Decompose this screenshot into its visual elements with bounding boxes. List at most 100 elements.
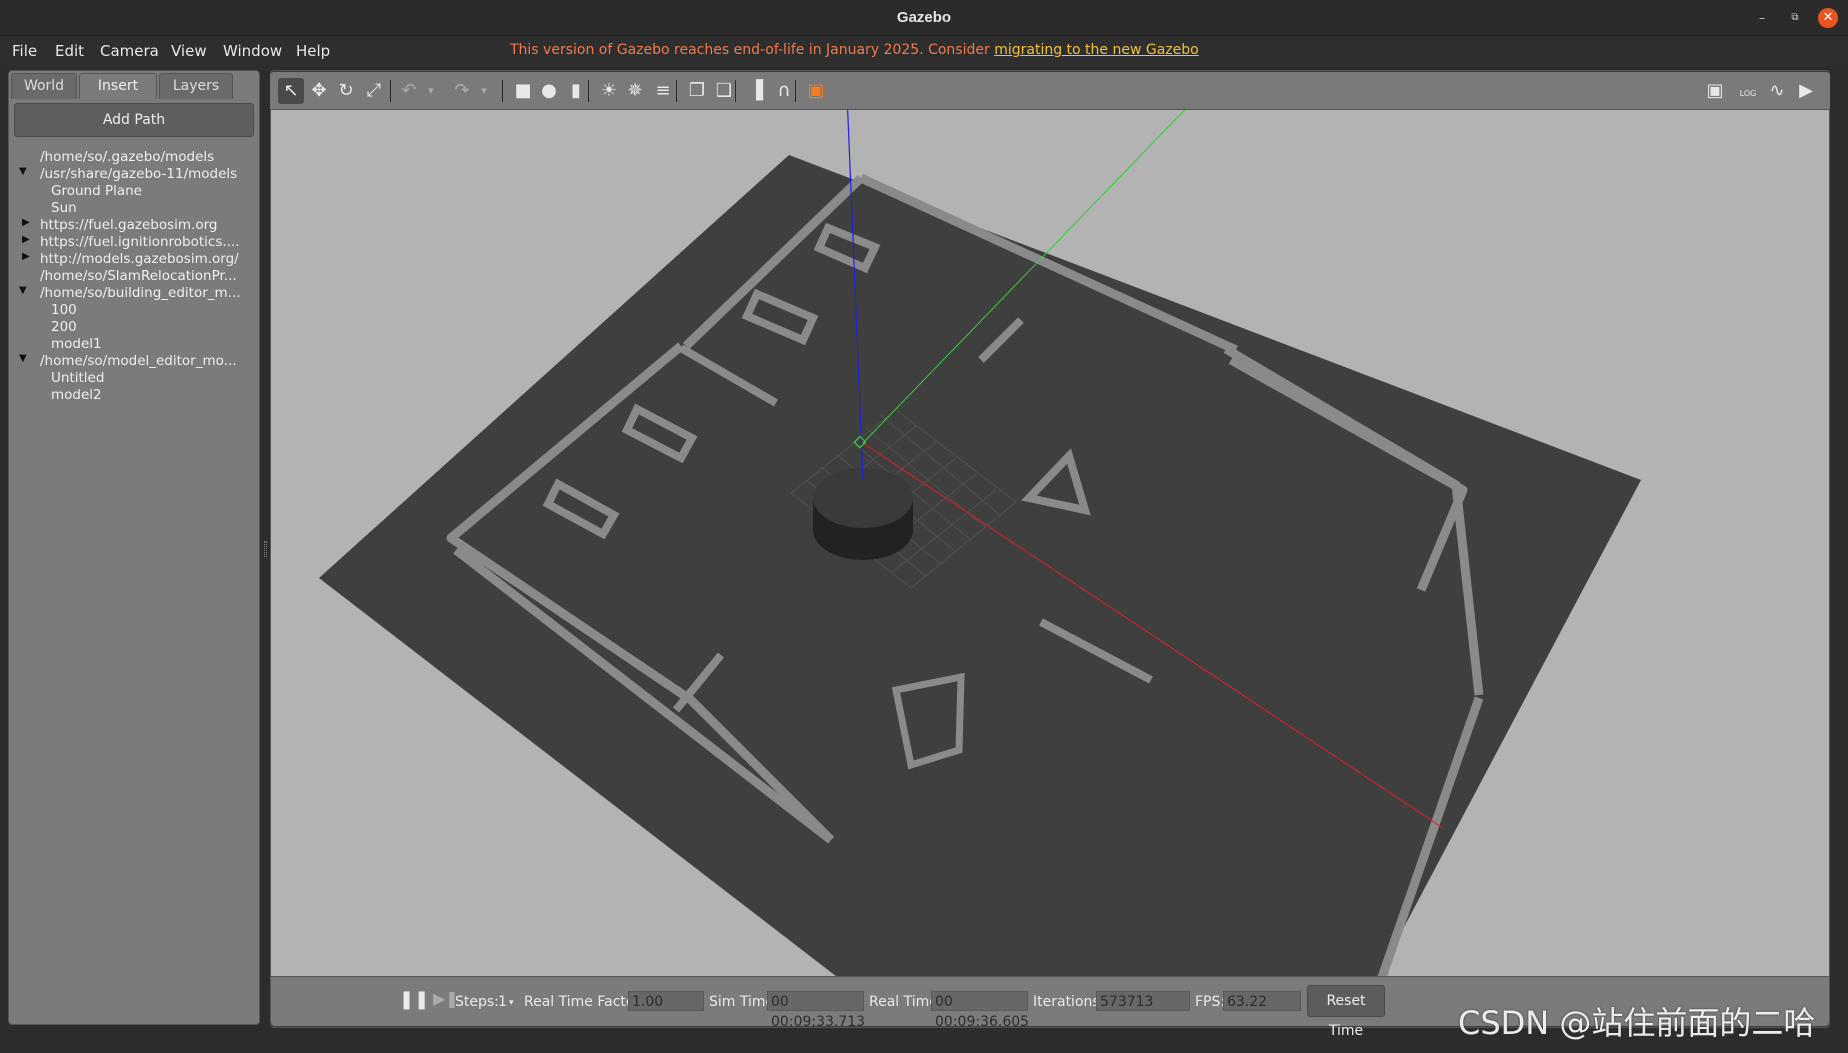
csdn-watermark: CSDN @站住前面的二哈 bbox=[1458, 1004, 1816, 1042]
tree-item[interactable]: 100 bbox=[9, 302, 257, 319]
toolbar-separator bbox=[735, 80, 736, 102]
menu-view[interactable]: View bbox=[171, 42, 207, 60]
real-time-value: 00 00:09:36.605 bbox=[931, 991, 1029, 1030]
fps-value: 63.22 bbox=[1223, 991, 1301, 1011]
tree-item[interactable]: ▼ /home/so/model_editor_mo... bbox=[9, 353, 257, 370]
tree-item[interactable]: model1 bbox=[9, 336, 257, 353]
iterations-value: 573713 bbox=[1096, 991, 1190, 1011]
align-icon[interactable]: ▐ bbox=[743, 78, 769, 104]
toolbar-separator bbox=[390, 80, 391, 102]
tab-world[interactable]: World bbox=[11, 73, 77, 99]
tab-insert[interactable]: Insert bbox=[79, 73, 157, 99]
redo-dropdown-icon[interactable]: ▾ bbox=[477, 78, 491, 104]
view-angle-icon[interactable]: ▣ bbox=[803, 78, 829, 104]
sphere-icon[interactable]: ● bbox=[536, 78, 562, 104]
scale-icon[interactable]: ⤢ bbox=[361, 78, 387, 104]
scene-render bbox=[319, 110, 1641, 976]
snap-icon[interactable]: ∩ bbox=[771, 78, 797, 104]
steps-dropdown-icon[interactable]: ▾ bbox=[509, 998, 514, 1008]
left-panel: World Insert Layers Add Path /home/so/.g… bbox=[8, 70, 267, 1025]
redo-icon[interactable]: ↷ bbox=[449, 78, 475, 104]
restore-icon[interactable]: ⧉ bbox=[1785, 8, 1805, 28]
toolbar-separator bbox=[676, 80, 677, 102]
expand-arrow-down-icon[interactable]: ▼ bbox=[19, 285, 31, 296]
tree-item[interactable]: ▶ https://fuel.gazebosim.org bbox=[9, 217, 257, 234]
tree-item-label: model2 bbox=[51, 387, 102, 403]
menu-edit[interactable]: Edit bbox=[55, 42, 84, 60]
rtf-label: Real Time Factor: bbox=[524, 994, 645, 1010]
tab-layers[interactable]: Layers bbox=[159, 73, 233, 99]
eol-notice-text: This version of Gazebo reaches end-of-li… bbox=[510, 42, 995, 58]
rtf-value: 1.00 bbox=[628, 991, 704, 1011]
tree-item-label: Untitled bbox=[51, 370, 105, 386]
directional-light-icon[interactable]: ≡ bbox=[650, 78, 676, 104]
rotate-icon[interactable]: ↻ bbox=[333, 78, 359, 104]
tree-item[interactable]: Untitled bbox=[9, 370, 257, 387]
tree-item-label: 200 bbox=[51, 319, 77, 335]
tree-item[interactable]: ▶ http://models.gazebosim.org/ bbox=[9, 251, 257, 268]
tree-item-label: /home/so/building_editor_m... bbox=[40, 285, 241, 301]
box-icon[interactable]: ■ bbox=[510, 78, 536, 104]
minimize-icon[interactable]: – bbox=[1752, 8, 1772, 28]
ground-plane bbox=[319, 155, 1641, 976]
undo-icon[interactable]: ↶ bbox=[396, 78, 422, 104]
steps-label: Steps: bbox=[455, 994, 499, 1010]
plot-icon[interactable]: ∿ bbox=[1764, 78, 1790, 104]
sim-time-value: 00 00:09:33.713 bbox=[767, 991, 865, 1030]
menu-bar: File Edit Camera View Window Help This v… bbox=[0, 36, 1848, 66]
menu-window[interactable]: Window bbox=[223, 42, 282, 60]
close-icon[interactable]: ✕ bbox=[1818, 8, 1838, 28]
copy-icon[interactable]: ❐ bbox=[684, 78, 710, 104]
scene-toolbar: ↖ ✥ ↻ ⤢ ↶ ▾ ↷ ▾ ■ ● ▮ ☀ ✵ ≡ ❐ ❑ ▐ ∩ ▣ ▣ LOG ∿ ▶ bbox=[270, 72, 1830, 110]
tree-item-label: Ground Plane bbox=[51, 183, 142, 199]
steps-spinbox[interactable]: 1 bbox=[498, 994, 507, 1010]
tree-item[interactable]: Sun bbox=[9, 200, 257, 217]
tree-item[interactable]: model2 bbox=[9, 387, 257, 404]
paste-icon[interactable]: ❑ bbox=[711, 78, 737, 104]
tree-item-label: http://models.gazebosim.org/ bbox=[40, 251, 239, 267]
translate-icon[interactable]: ✥ bbox=[306, 78, 332, 104]
eol-notice: This version of Gazebo reaches end-of-li… bbox=[510, 42, 1199, 58]
tree-item[interactable]: /home/so/.gazebo/models bbox=[9, 149, 257, 166]
menu-file[interactable]: File bbox=[12, 42, 37, 60]
undo-dropdown-icon[interactable]: ▾ bbox=[424, 78, 438, 104]
fps-label: FPS: bbox=[1195, 994, 1226, 1010]
tree-item-label: /usr/share/gazebo-11/models bbox=[40, 166, 238, 182]
tree-item[interactable]: ▼ /home/so/building_editor_m... bbox=[9, 285, 257, 302]
tree-item-label: model1 bbox=[51, 336, 102, 352]
tree-item[interactable]: ▼ /usr/share/gazebo-11/models bbox=[9, 166, 257, 183]
window-title: Gazebo bbox=[896, 9, 952, 26]
tree-item-label: https://fuel.ignitionrobotics.... bbox=[40, 234, 240, 250]
window-titlebar: Gazebo – ⧉ ✕ bbox=[0, 0, 1848, 36]
pause-icon[interactable]: ❚❚ bbox=[399, 989, 429, 1010]
expand-arrow-right-icon[interactable]: ▶ bbox=[22, 251, 34, 262]
add-path-button[interactable]: Add Path bbox=[14, 103, 254, 137]
panel-splitter-handle[interactable] bbox=[264, 541, 267, 557]
expand-arrow-right-icon[interactable]: ▶ bbox=[22, 234, 34, 245]
tree-item[interactable]: Ground Plane bbox=[9, 183, 257, 200]
expand-arrow-down-icon[interactable]: ▼ bbox=[19, 353, 31, 364]
tree-item-label: https://fuel.gazebosim.org bbox=[40, 217, 218, 233]
tree-item-label: Sun bbox=[51, 200, 77, 216]
3d-scene-viewport[interactable] bbox=[271, 110, 1829, 976]
expand-arrow-right-icon[interactable]: ▶ bbox=[22, 217, 34, 228]
screenshot-icon[interactable]: ▣ bbox=[1702, 78, 1728, 104]
expand-arrow-down-icon[interactable]: ▼ bbox=[19, 166, 31, 177]
tree-item[interactable]: ▶ https://fuel.ignitionrobotics.... bbox=[9, 234, 257, 251]
select-arrow-icon[interactable]: ↖ bbox=[278, 78, 304, 104]
spot-light-icon[interactable]: ✵ bbox=[622, 78, 648, 104]
point-light-icon[interactable]: ☀ bbox=[596, 78, 622, 104]
video-record-icon[interactable]: ▶ bbox=[1793, 78, 1819, 104]
toolbar-separator bbox=[502, 80, 503, 102]
menu-help[interactable]: Help bbox=[296, 42, 330, 60]
log-icon[interactable]: LOG bbox=[1735, 78, 1761, 104]
tree-item[interactable]: /home/so/SlamRelocationPr... bbox=[9, 268, 257, 285]
toolbar-separator bbox=[588, 80, 589, 102]
reset-time-button[interactable]: Reset Time bbox=[1307, 985, 1385, 1039]
menu-camera[interactable]: Camera bbox=[100, 42, 159, 60]
log-icon-text: LOG bbox=[1739, 89, 1757, 98]
iterations-label: Iterations: bbox=[1033, 994, 1105, 1010]
cylinder-icon[interactable]: ▮ bbox=[563, 78, 589, 104]
tree-item[interactable]: 200 bbox=[9, 319, 257, 336]
eol-migration-link[interactable]: migrating to the new Gazebo bbox=[994, 42, 1199, 58]
